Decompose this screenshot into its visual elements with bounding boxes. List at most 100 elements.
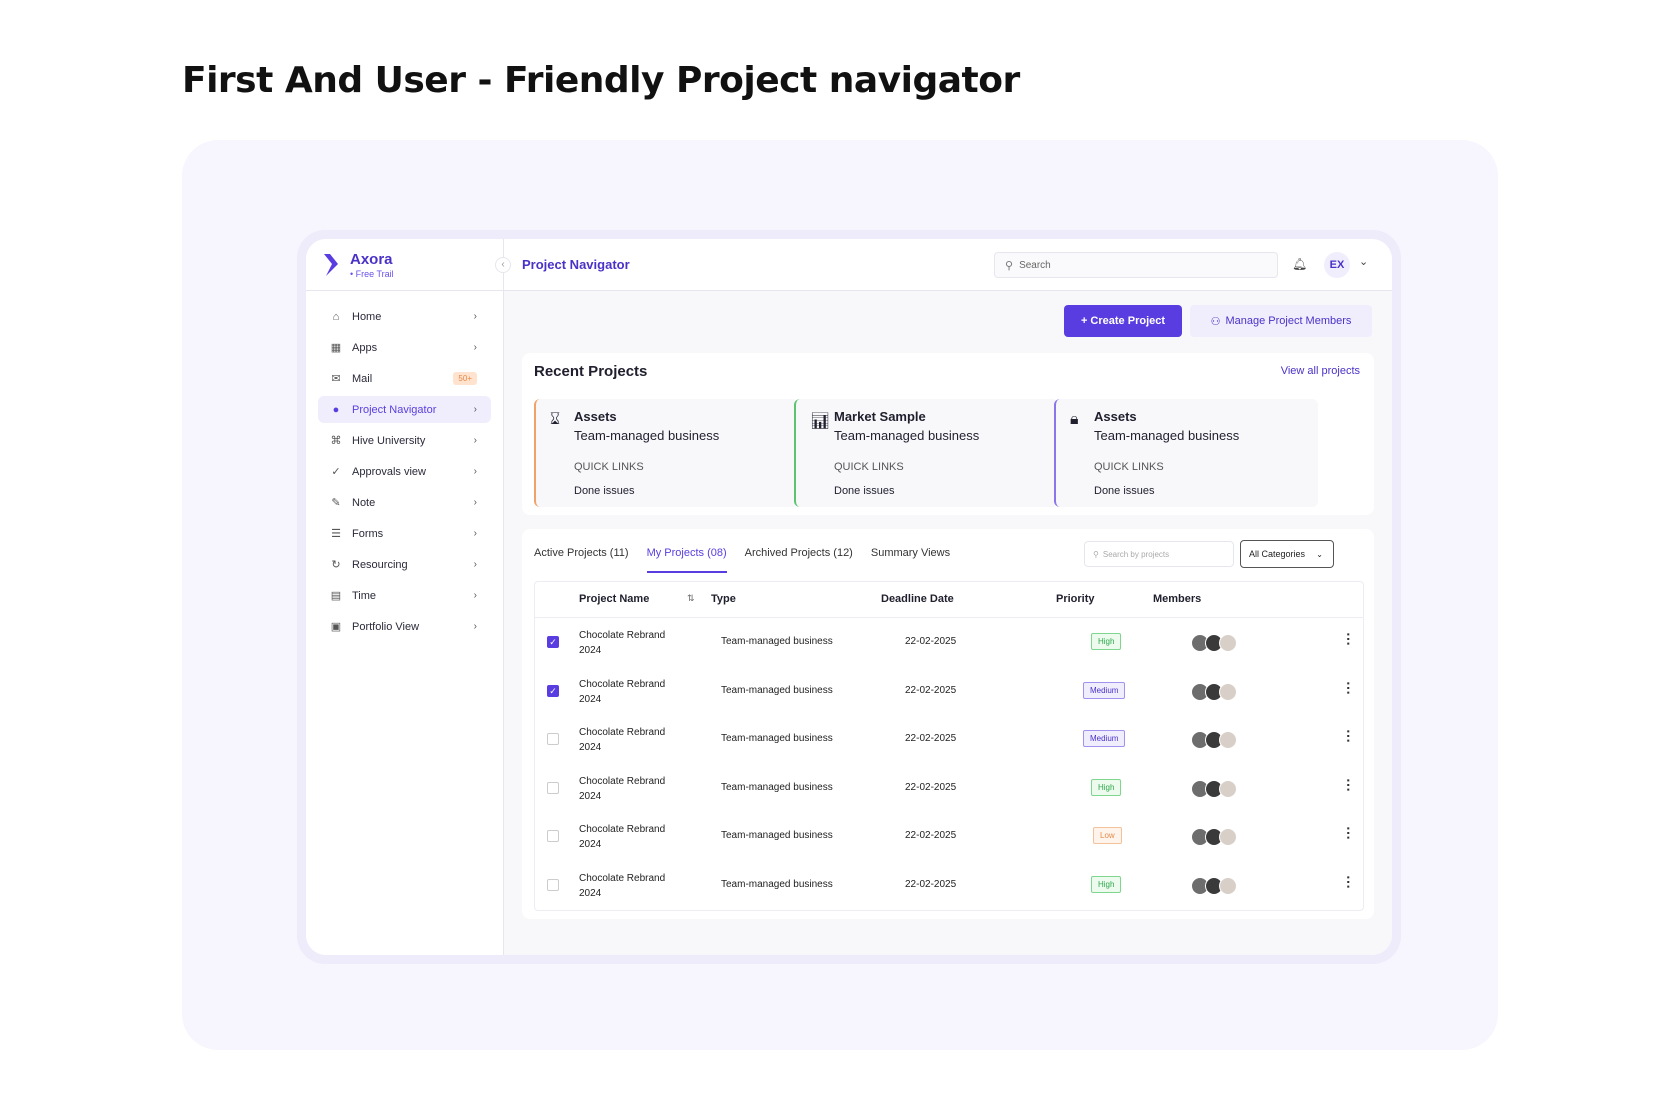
table-header: Project Name ⇅ Type Deadline Date Priori… — [535, 582, 1363, 618]
row-checkbox[interactable] — [547, 781, 559, 794]
deadline-cell: 22-02-2025 — [905, 684, 957, 696]
tab-archived-projects[interactable]: Archived Projects (12) — [745, 529, 853, 577]
sidebar-item-resourcing[interactable]: ↻ Resourcing › — [318, 551, 491, 578]
search-placeholder: Search — [1019, 259, 1051, 271]
chevron-right-icon: › — [473, 466, 477, 477]
check-circle-icon: ✓ — [331, 465, 341, 478]
chevron-right-icon: › — [473, 311, 477, 322]
sidebar-item-label: Apps — [352, 341, 378, 354]
sidebar-item-hive-university[interactable]: ⌘ Hive University › — [318, 427, 491, 454]
sidebar-item-time[interactable]: ▤ Time › — [318, 582, 491, 609]
table-row[interactable]: ✓ Chocolate Rebrand 2024 Team-managed busi… — [535, 667, 1363, 716]
recent-project-card[interactable]: ⌛︎ Assets Team-managed business QUICK LINKS… — [534, 399, 798, 507]
sidebar-item-label: Home — [352, 310, 382, 323]
sidebar-item-label: Approvals view — [352, 465, 426, 478]
project-name-cell[interactable]: Chocolate Rebrand 2024 — [579, 822, 689, 852]
portfolio-icon: ▣ — [330, 620, 342, 633]
members-group — [1191, 779, 1245, 798]
more-options-icon[interactable]: ⋯ — [1341, 632, 1357, 645]
done-issues-link[interactable]: Done issues — [574, 485, 635, 497]
chevron-right-icon: › — [473, 497, 477, 508]
table-row[interactable]: Chocolate Rebrand 2024 Team-managed busin… — [535, 715, 1363, 764]
type-cell: Team-managed business — [721, 830, 833, 841]
project-name-cell[interactable]: Chocolate Rebrand 2024 — [579, 725, 689, 755]
project-search-input[interactable]: ⚲ Search by projects — [1084, 541, 1234, 567]
chart-icon: 📊︎ — [810, 413, 831, 430]
row-checkbox[interactable] — [547, 830, 559, 842]
search-input[interactable]: ⚲ Search — [994, 252, 1278, 278]
more-options-icon[interactable]: ⋯ — [1341, 826, 1357, 839]
member-avatar[interactable] — [1219, 682, 1237, 701]
sidebar-item-apps[interactable]: ▦ Apps › — [318, 334, 491, 361]
bell-icon[interactable]: 🔔︎ — [1292, 257, 1307, 271]
deadline-cell: 22-02-2025 — [905, 878, 957, 890]
recent-project-name: Assets — [1094, 409, 1137, 424]
row-checkbox[interactable]: ✓ — [547, 684, 559, 697]
deadline-cell: 22-02-2025 — [905, 830, 957, 841]
chevron-right-icon: › — [473, 621, 477, 632]
sidebar-item-home[interactable]: ⌂ Home › — [318, 303, 491, 330]
table-row[interactable]: Chocolate Rebrand 2024 Team-managed busin… — [535, 861, 1363, 910]
axora-logo-icon — [324, 253, 338, 276]
tab-active-projects[interactable]: Active Projects (11) — [534, 529, 629, 577]
forms-icon: ☰ — [331, 527, 341, 540]
table-row[interactable]: ✓ Chocolate Rebrand 2024 Team-managed busi… — [535, 618, 1363, 667]
sidebar-item-forms[interactable]: ☰ Forms › — [318, 520, 491, 547]
member-avatar[interactable] — [1219, 634, 1237, 652]
member-avatar[interactable] — [1219, 779, 1237, 798]
tab-my-projects[interactable]: My Projects (08) — [646, 529, 727, 577]
priority-badge: High — [1091, 778, 1122, 796]
sidebar-item-project-navigator[interactable]: ● Project Navigator › — [318, 396, 491, 423]
project-name-cell[interactable]: Chocolate Rebrand 2024 — [579, 628, 689, 658]
chevron-down-icon[interactable]: ⌄ — [1359, 255, 1368, 268]
row-checkbox[interactable]: ✓ — [547, 636, 559, 648]
project-search-placeholder: Search by projects — [1102, 549, 1170, 559]
members-group — [1191, 731, 1245, 749]
table-row[interactable]: Chocolate Rebrand 2024 Team-managed busin… — [535, 812, 1363, 861]
refresh-icon: ↻ — [331, 558, 341, 571]
table-row[interactable]: Chocolate Rebrand 2024 Team-managed busin… — [535, 764, 1363, 813]
recent-project-card[interactable]: 🔒︎ Assets Team-managed business QUICK LINKS… — [1054, 399, 1318, 507]
priority-badge: High — [1091, 633, 1122, 650]
brand[interactable]: Axora • Free Trail ‹ — [306, 239, 511, 291]
member-avatar[interactable] — [1219, 876, 1237, 895]
recent-project-type: Team-managed business — [834, 428, 980, 443]
project-name-cell[interactable]: Chocolate Rebrand 2024 — [579, 774, 689, 804]
view-all-projects-link[interactable]: View all projects — [1281, 365, 1360, 377]
sidebar-item-mail[interactable]: ✉ Mail 50+ — [318, 365, 491, 392]
recent-project-card[interactable]: 📊︎ Market Sample Team-managed business QUIC… — [794, 399, 1058, 507]
user-avatar[interactable]: EX — [1324, 252, 1350, 278]
tab-summary-views[interactable]: Summary Views — [871, 529, 950, 577]
project-name-cell[interactable]: Chocolate Rebrand 2024 — [579, 871, 689, 901]
members-group — [1191, 876, 1245, 895]
main-content: + Create Project ⚇ Manage Project Member… — [504, 291, 1392, 955]
sidebar-item-label: Time — [352, 589, 377, 602]
more-options-icon[interactable]: ⋯ — [1341, 681, 1357, 694]
apps-icon: ▦ — [330, 341, 342, 354]
sidebar-item-note[interactable]: ✎ Note › — [318, 489, 491, 516]
done-issues-link[interactable]: Done issues — [834, 485, 895, 497]
user-icon: ⚇ — [1210, 315, 1221, 328]
sort-icon[interactable]: ⇅ — [687, 593, 695, 604]
row-checkbox[interactable] — [547, 878, 559, 891]
recent-project-type: Team-managed business — [574, 428, 720, 443]
member-avatar[interactable] — [1219, 828, 1237, 846]
sidebar-item-label: Forms — [352, 527, 384, 540]
project-name-cell[interactable]: Chocolate Rebrand 2024 — [579, 677, 689, 707]
chevron-right-icon: › — [473, 404, 477, 415]
row-checkbox[interactable] — [547, 733, 559, 745]
type-cell: Team-managed business — [721, 733, 833, 744]
member-avatar[interactable] — [1219, 731, 1237, 749]
col-project-name[interactable]: Project Name — [579, 593, 649, 605]
manage-members-button[interactable]: ⚇ Manage Project Members — [1190, 305, 1372, 337]
more-options-icon[interactable]: ⋯ — [1341, 875, 1357, 888]
sidebar-item-portfolio-view[interactable]: ▣ Portfolio View › — [318, 613, 491, 640]
more-options-icon[interactable]: ⋯ — [1341, 778, 1357, 791]
more-options-icon[interactable]: ⋯ — [1341, 729, 1357, 742]
done-issues-link[interactable]: Done issues — [1094, 485, 1155, 497]
deadline-cell: 22-02-2025 — [905, 781, 957, 793]
create-project-button[interactable]: + Create Project — [1064, 305, 1182, 337]
sidebar-item-approvals-view[interactable]: ✓ Approvals view › — [318, 458, 491, 485]
category-select[interactable]: All Categories ⌄ — [1240, 540, 1334, 568]
deadline-cell: 22-02-2025 — [905, 636, 957, 647]
